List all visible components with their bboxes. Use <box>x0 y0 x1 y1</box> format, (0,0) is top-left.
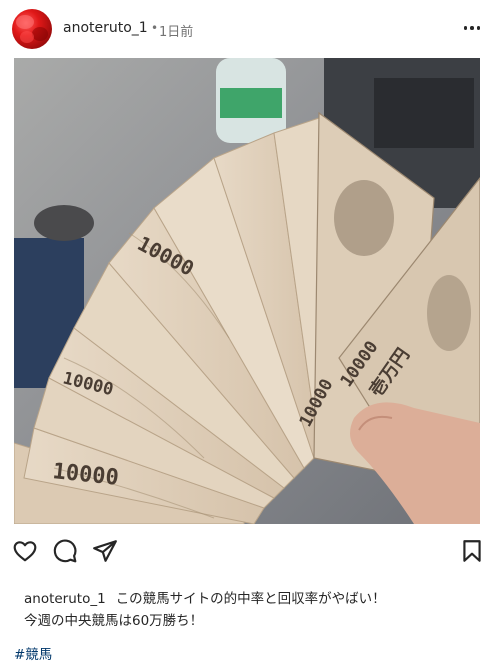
share-icon[interactable] <box>92 538 118 564</box>
comment-icon[interactable] <box>52 538 78 564</box>
more-options-icon[interactable] <box>458 14 486 42</box>
caption-text-line2: 今週の中央競馬は60万勝ち！ <box>24 613 204 629</box>
post-caption: anoteruto_1 この競馬サイトの的中率と回収率がやばい！ 今週の中央競馬は… <box>24 588 484 632</box>
heart-icon[interactable] <box>12 538 38 564</box>
post-image[interactable]: 10000 10000 10000 10000 10000 壱万円 <box>14 58 480 524</box>
post-actions <box>0 530 500 574</box>
separator-dot: • <box>151 21 159 35</box>
post-header: anoteruto_1 • 1日前 <box>0 0 500 58</box>
hashtag-link[interactable]: #競馬 <box>14 643 52 663</box>
avatar[interactable] <box>12 9 52 49</box>
post-username[interactable]: anoteruto_1 <box>63 20 148 36</box>
caption-username[interactable]: anoteruto_1 <box>24 591 106 607</box>
caption-text-line1: この競馬サイトの的中率と回収率がやばい！ <box>115 591 386 607</box>
bookmark-icon[interactable] <box>459 538 485 564</box>
cash-fan-photo: 10000 10000 10000 10000 10000 壱万円 <box>14 58 480 524</box>
post-time: 1日前 <box>159 25 194 40</box>
